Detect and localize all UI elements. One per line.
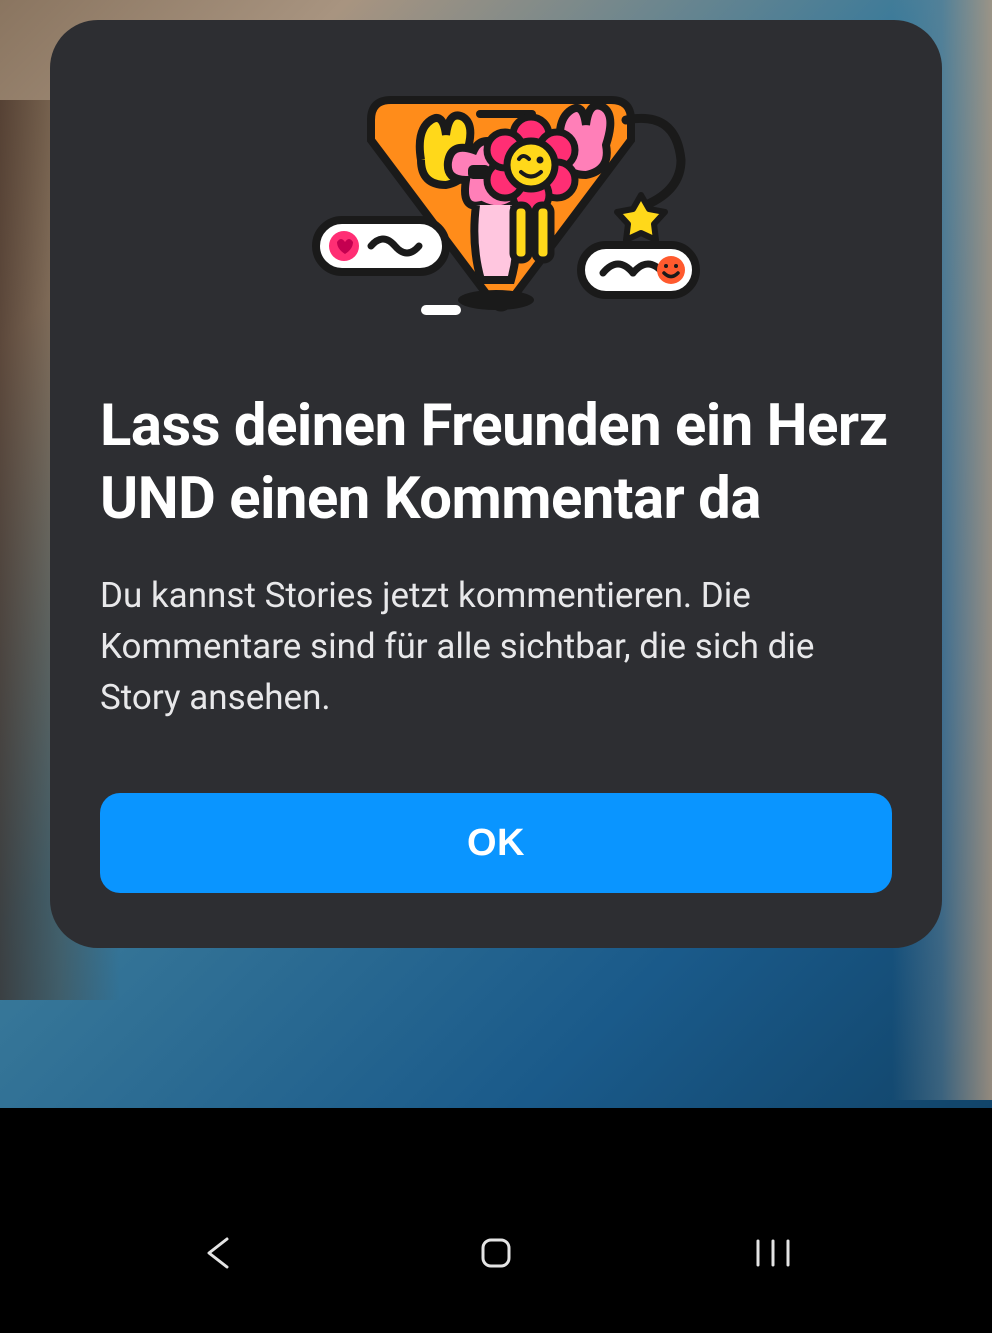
- android-navigation-bar: [0, 1183, 992, 1333]
- dialog-body-text: Du kannst Stories jetzt kommentieren. Di…: [100, 571, 892, 723]
- recents-button[interactable]: [713, 1223, 833, 1283]
- story-comments-illustration-icon: [281, 70, 711, 330]
- home-button[interactable]: [436, 1223, 556, 1283]
- ok-button[interactable]: OK: [100, 793, 892, 893]
- bottom-black-strip: [0, 1108, 992, 1183]
- feature-announcement-dialog: Lass deinen Freunden ein Herz UND einen …: [50, 20, 942, 948]
- illustration-container: [100, 70, 892, 330]
- back-icon: [201, 1235, 237, 1271]
- recents-icon: [753, 1235, 793, 1271]
- back-button[interactable]: [159, 1223, 279, 1283]
- dialog-title: Lass deinen Freunden ein Herz UND einen …: [100, 390, 892, 535]
- home-icon: [478, 1235, 514, 1271]
